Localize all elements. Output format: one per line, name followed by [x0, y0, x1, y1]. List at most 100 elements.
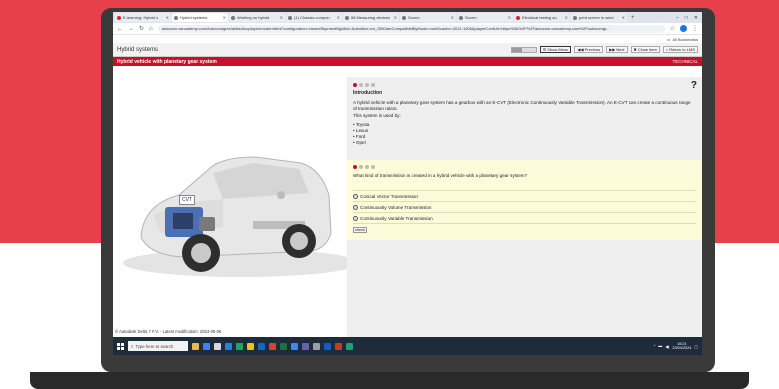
tab-favicon-icon — [117, 15, 121, 20]
tab-favicon-icon — [459, 15, 463, 20]
browser-tab[interactable]: 56 Measuring devices ✕ — [343, 13, 399, 22]
taskbar-search[interactable]: ⌕ Type here to search — [128, 341, 188, 351]
back-icon[interactable]: ← — [117, 26, 123, 32]
text-pane: ? Introduction A hybrid vehicle with a p… — [347, 77, 702, 337]
folder-icon: ▭ — [666, 36, 671, 42]
next-button[interactable]: ▶▶ Next — [606, 46, 628, 53]
radio-button[interactable] — [353, 193, 358, 199]
tab-favicon-icon — [516, 15, 520, 20]
app-icon[interactable] — [346, 342, 353, 350]
tab-favicon-icon — [402, 15, 406, 20]
app-icon[interactable] — [236, 342, 243, 350]
app-header: Hybrid systems ☰ Show Menu ◀◀ Previous ▶▶ N… — [113, 43, 702, 57]
close-tab-icon[interactable]: ✕ — [280, 15, 283, 20]
app-icon[interactable] — [313, 342, 320, 350]
bookmarks-bar: ▭ All Bookmarks — [113, 35, 702, 43]
app-actions: ☰ Show Menu ◀◀ Previous ▶▶ Next ✖ Close item… — [510, 46, 698, 53]
task-view-icon[interactable] — [214, 342, 221, 350]
widget-icon[interactable] — [192, 342, 199, 350]
module-titlebar: Hybrid vehicle with planetary gear syste… — [113, 57, 702, 66]
maximize-icon[interactable]: □ — [685, 15, 688, 21]
tab-favicon-icon — [345, 15, 349, 20]
browser-tab[interactable]: (1) Chassis compon ✕ — [286, 13, 342, 22]
intro-heading: Introduction — [353, 90, 383, 96]
app-icon[interactable] — [335, 342, 342, 350]
help-icon[interactable]: ? — [691, 80, 697, 91]
browser-tab-active[interactable]: Hybrid systems ✕ — [172, 13, 228, 22]
app-icon[interactable] — [269, 342, 276, 350]
next-icon: ▶▶ — [609, 47, 616, 52]
check-button[interactable]: check — [353, 227, 367, 233]
close-tab-icon[interactable]: ✕ — [394, 15, 397, 20]
menu-icon[interactable]: ⋮ — [692, 25, 698, 32]
close-icon: ✖ — [633, 47, 637, 52]
close-tab-icon[interactable]: ✕ — [565, 15, 568, 20]
search-icon: ⌕ — [131, 343, 134, 349]
tab-favicon-icon — [573, 15, 577, 20]
quiz-option[interactable]: Continuously Volume Transmission — [353, 202, 696, 213]
close-tab-icon[interactable]: ✕ — [223, 15, 226, 20]
module-title: Hybrid vehicle with planetary gear syste… — [117, 58, 217, 65]
radio-button[interactable] — [353, 215, 358, 221]
intro-step-dots — [353, 83, 696, 87]
close-tab-icon[interactable]: ✕ — [508, 15, 511, 20]
close-tab-icon[interactable]: ✕ — [166, 15, 169, 20]
browser-tab[interactable]: print screen in wind ✕ — [571, 13, 627, 22]
footer-note: © Autodesk Delta 7 F.V. - Latest modific… — [115, 329, 222, 334]
app-icon[interactable] — [225, 342, 232, 350]
content-area: CVT © Autodesk Delta 7 F.V. - Latest mod… — [113, 77, 702, 337]
show-menu-button[interactable]: ☰ Show Menu — [539, 46, 572, 53]
list-icon: ☰ — [542, 47, 547, 52]
browser-tab[interactable]: Scorm ✕ — [457, 13, 513, 22]
quiz-options: Conical Vector Transmission Continuously… — [353, 190, 696, 224]
chevron-up-icon[interactable]: ^ — [654, 344, 656, 348]
browser-tab[interactable]: Scorm ✕ — [400, 13, 456, 22]
step-dot — [359, 165, 363, 169]
radio-button[interactable] — [353, 204, 358, 210]
chrome-icon[interactable] — [291, 342, 298, 350]
browser-tab[interactable]: Working on hybrid ✕ — [229, 13, 285, 22]
volume-icon[interactable]: ◀) — [665, 344, 669, 349]
close-tab-icon[interactable]: ✕ — [451, 15, 454, 20]
new-tab-icon[interactable]: + — [628, 15, 638, 21]
home-icon[interactable]: ⌂ — [149, 26, 153, 32]
teams-icon[interactable] — [302, 342, 309, 350]
forward-icon[interactable]: → — [128, 26, 134, 32]
word-icon[interactable] — [324, 342, 331, 350]
quiz-option[interactable]: Continuously Variable Transmission — [353, 213, 696, 224]
browser-tab[interactable]: Electrical testing au ✕ — [514, 13, 570, 22]
excel-icon[interactable] — [280, 342, 287, 350]
step-dot — [353, 83, 357, 87]
window-controls: – □ ✕ — [676, 15, 702, 21]
notification-icon[interactable]: ▢ — [694, 344, 698, 349]
close-tab-icon[interactable]: ✕ — [337, 15, 340, 20]
all-bookmarks[interactable]: All Bookmarks — [672, 37, 698, 42]
profile-icon[interactable] — [680, 25, 687, 32]
tab-favicon-icon — [174, 15, 178, 20]
system-tray: ^ ▬ ◀) 16:21 23/04/2024 ▢ — [654, 342, 698, 351]
browser-tab[interactable]: E-learning: Hybrid s ✕ — [115, 13, 171, 22]
close-item-button[interactable]: ✖ Close item — [630, 46, 660, 53]
quiz-question: What kind of transmission is created in … — [353, 173, 528, 178]
windows-start-icon[interactable] — [117, 342, 124, 350]
close-window-icon[interactable]: ✕ — [694, 15, 698, 21]
quiz-step-dots — [353, 165, 696, 169]
app-icon[interactable] — [203, 342, 210, 350]
star-icon[interactable]: ☆ — [670, 25, 675, 32]
app-title: Hybrid systems — [117, 46, 159, 53]
reload-icon[interactable]: ↻ — [139, 25, 144, 32]
address-bar[interactable]: autocom.carcademy.com/Autocomgres/delta/… — [157, 24, 665, 33]
return-to-lms-button[interactable]: ⌂ Return to LMS — [662, 46, 698, 53]
folder-icon[interactable] — [247, 342, 254, 350]
previous-button[interactable]: ◀◀ Previous — [574, 46, 604, 53]
close-tab-icon[interactable]: ✕ — [622, 15, 625, 20]
step-dot — [371, 83, 375, 87]
network-icon[interactable]: ▬ — [658, 344, 662, 348]
laptop-base — [30, 372, 749, 389]
clock[interactable]: 16:21 23/04/2024 — [672, 342, 691, 351]
minimize-icon[interactable]: – — [676, 15, 679, 21]
quiz-option[interactable]: Conical Vector Transmission — [353, 191, 696, 202]
step-dot — [353, 165, 357, 169]
outlook-icon[interactable] — [258, 342, 265, 350]
module-label: TECHNICAL — [672, 59, 698, 64]
